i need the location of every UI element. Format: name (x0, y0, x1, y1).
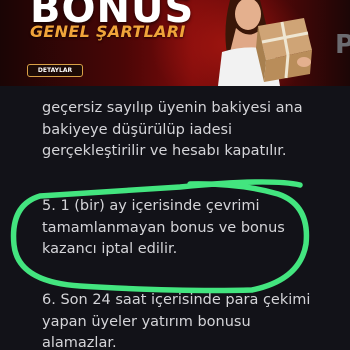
terms-paragraph-6: 6. Son 24 saat içerisinde para çekimi ya… (42, 290, 332, 350)
edge-letter: P (334, 30, 350, 60)
paragraph-line: gerçekleştirilir ve hesabı kapatılır. (42, 143, 287, 159)
paragraph-line: tamamlanmayan bonus ve bonus (42, 219, 285, 236)
paragraph-line: yapan üyeler yatırım bonusu (42, 313, 251, 330)
paragraph-line: 6. Son 24 saat içerisinde para çekimi (42, 292, 311, 308)
details-button[interactable]: DETAYLAR (27, 64, 83, 77)
paragraph-line: 5. 1 (bir) ay içerisinde çevrimi (42, 198, 260, 214)
paragraph-line: alamazlar. (42, 335, 117, 350)
terms-paragraph-4: geçersiz sayılıp üyenin bakiyesi ana bak… (42, 98, 332, 163)
promo-banner[interactable]: BONUS GENEL ŞARTLARI DETAYLAR P (0, 0, 350, 86)
paragraph-line: geçersiz sayılıp üyenin bakiyesi ana (42, 100, 303, 116)
paragraph-line: bakiyeye düşürülüp iadesi (42, 121, 233, 138)
paragraph-line: kazancı iptal edilir. (42, 241, 178, 257)
terms-content: geçersiz sayılıp üyenin bakiyesi ana bak… (0, 86, 350, 350)
banner-subtitle: GENEL ŞARTLARI (30, 22, 186, 41)
woman-with-gift-image (218, 0, 312, 86)
terms-paragraph-5: 5. 1 (bir) ay içerisinde çevrimi tamamla… (42, 196, 332, 261)
